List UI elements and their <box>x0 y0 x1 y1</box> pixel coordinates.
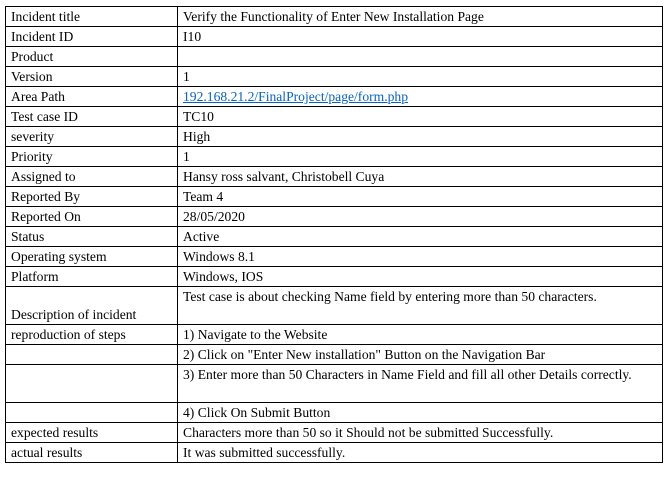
field-value: High <box>177 126 663 147</box>
table-row: Area Path 192.168.21.2/FinalProject/page… <box>5 86 663 107</box>
field-value: Active <box>177 226 663 247</box>
field-label: Platform <box>5 266 178 287</box>
field-value: Hansy ross salvant, Christobell Cuya <box>177 166 663 187</box>
field-value: 28/05/2020 <box>177 206 663 227</box>
field-label <box>5 364 178 403</box>
table-row: Reported On 28/05/2020 <box>5 206 663 227</box>
field-label: actual results <box>5 442 178 463</box>
table-row: Product <box>5 46 663 67</box>
table-row: Platform Windows, IOS <box>5 266 663 287</box>
field-value: 1 <box>177 146 663 167</box>
field-value: 192.168.21.2/FinalProject/page/form.php <box>177 86 663 107</box>
field-label: Version <box>5 66 178 87</box>
table-row: 3) Enter more than 50 Characters in Name… <box>5 364 663 403</box>
field-label: Reported By <box>5 186 178 207</box>
field-label: Status <box>5 226 178 247</box>
field-value: Windows, IOS <box>177 266 663 287</box>
table-row: Description of incident Test case is abo… <box>5 286 663 325</box>
field-value: 3) Enter more than 50 Characters in Name… <box>177 364 663 403</box>
document-page: Incident title Verify the Functionality … <box>0 0 668 479</box>
table-row: Test case ID TC10 <box>5 106 663 127</box>
field-value: 2) Click on "Enter New installation" But… <box>177 344 663 365</box>
table-row: Assigned to Hansy ross salvant, Christob… <box>5 166 663 187</box>
field-label <box>5 402 178 423</box>
field-value: 1 <box>177 66 663 87</box>
field-value: Characters more than 50 so it Should not… <box>177 422 663 443</box>
field-label: Reported On <box>5 206 178 227</box>
field-label: Priority <box>5 146 178 167</box>
table-row: Operating system Windows 8.1 <box>5 246 663 267</box>
field-label: severity <box>5 126 178 147</box>
table-row: actual results It was submitted successf… <box>5 442 663 463</box>
field-value: Verify the Functionality of Enter New In… <box>177 6 663 27</box>
field-value: 4) Click On Submit Button <box>177 402 663 423</box>
field-label: Assigned to <box>5 166 178 187</box>
field-value <box>177 46 663 67</box>
field-label: Incident ID <box>5 26 178 47</box>
field-label: Area Path <box>5 86 178 107</box>
field-label: reproduction of steps <box>5 324 178 345</box>
field-value: I10 <box>177 26 663 47</box>
table-row: Incident ID I10 <box>5 26 663 47</box>
table-row: reproduction of steps 1) Navigate to the… <box>5 324 663 345</box>
field-label: expected results <box>5 422 178 443</box>
table-row: 4) Click On Submit Button <box>5 402 663 423</box>
table-row: Reported By Team 4 <box>5 186 663 207</box>
field-label: Operating system <box>5 246 178 267</box>
table-row: Version 1 <box>5 66 663 87</box>
field-value: Test case is about checking Name field b… <box>177 286 663 325</box>
field-label: Incident title <box>5 6 178 27</box>
table-row: Status Active <box>5 226 663 247</box>
incident-report-table: Incident title Verify the Functionality … <box>5 6 663 463</box>
table-row: 2) Click on "Enter New installation" But… <box>5 344 663 365</box>
field-value: 1) Navigate to the Website <box>177 324 663 345</box>
field-value: Team 4 <box>177 186 663 207</box>
table-row: Incident title Verify the Functionality … <box>5 6 663 27</box>
field-label <box>5 344 178 365</box>
field-label: Product <box>5 46 178 67</box>
field-value: It was submitted successfully. <box>177 442 663 463</box>
table-row: expected results Characters more than 50… <box>5 422 663 443</box>
table-row: Priority 1 <box>5 146 663 167</box>
field-value: Windows 8.1 <box>177 246 663 267</box>
field-label: Description of incident <box>5 286 178 325</box>
field-value: TC10 <box>177 106 663 127</box>
table-row: severity High <box>5 126 663 147</box>
field-label: Test case ID <box>5 106 178 127</box>
area-path-link[interactable]: 192.168.21.2/FinalProject/page/form.php <box>183 89 408 104</box>
